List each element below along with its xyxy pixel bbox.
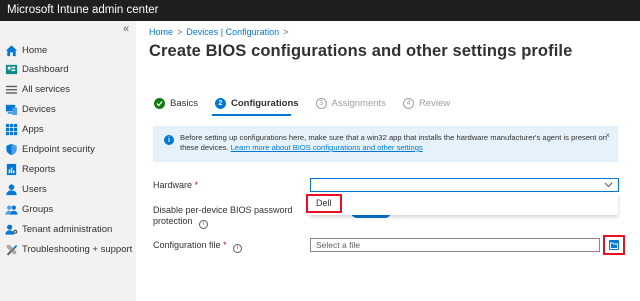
breadcrumb-separator: > <box>283 27 289 37</box>
disable-password-label: Disable per-device BIOS password protect… <box>153 205 293 229</box>
breadcrumb-devices-configuration[interactable]: Devices | Configuration <box>186 27 279 37</box>
sidebar-item-label: Groups <box>22 203 54 215</box>
breadcrumb: Home > Devices | Configuration > <box>149 27 292 37</box>
hardware-dropdown-menu <box>310 193 618 215</box>
sidebar-item-home[interactable]: Home <box>4 41 134 59</box>
sidebar-item-label: Devices <box>22 103 56 115</box>
sidebar-item-apps[interactable]: Apps <box>4 120 134 138</box>
sidebar-item-label: Users <box>22 183 47 195</box>
info-banner-text: Before setting up configurations here, m… <box>180 133 610 153</box>
required-marker: * <box>194 180 199 190</box>
groups-icon <box>4 202 18 216</box>
sidebar-item-label: Endpoint security <box>22 143 95 155</box>
sidebar-item-tenant-administration[interactable]: Tenant administration <box>4 220 134 238</box>
configuration-file-label: Configuration file * i <box>153 240 243 253</box>
sidebar-item-groups[interactable]: Groups <box>4 200 134 218</box>
sidebar-item-devices[interactable]: Devices <box>4 100 134 118</box>
sidebar-item-label: Tenant administration <box>22 223 113 235</box>
user-icon <box>4 182 18 196</box>
step-review[interactable]: 4 Review <box>402 97 451 109</box>
configuration-file-label-text: Configuration file <box>153 240 221 250</box>
info-banner: i Before setting up configurations here,… <box>153 126 618 162</box>
app-title: Microsoft Intune admin center <box>7 4 159 16</box>
step-assignments[interactable]: 3 Assignments <box>315 97 386 109</box>
step-label: Configurations <box>230 97 299 109</box>
sidebar-item-label: All services <box>22 83 71 95</box>
wizard-steps: Basics 2 Configurations 3 Assignments 4 … <box>154 96 467 110</box>
required-marker: * <box>223 240 227 250</box>
reports-icon <box>4 162 18 176</box>
step-number: 2 <box>214 97 226 109</box>
sidebar-item-label: Apps <box>22 123 44 135</box>
sidebar-item-label: Dashboard <box>22 63 69 75</box>
app-title-bar: Microsoft Intune admin center <box>0 0 640 21</box>
step-label: Assignments <box>331 97 386 109</box>
disable-password-label-line2: protection <box>153 216 193 226</box>
checkmark-icon <box>154 97 165 109</box>
folder-icon <box>609 240 619 250</box>
breadcrumb-separator: > <box>177 27 183 37</box>
sidebar-item-reports[interactable]: Reports <box>4 160 134 178</box>
page-title: Create BIOS configurations and other set… <box>149 42 573 60</box>
info-icon: i <box>164 135 174 145</box>
dashboard-icon <box>4 62 18 76</box>
sidebar-item-all-services[interactable]: All services <box>4 80 134 98</box>
tools-icon <box>4 242 18 256</box>
sidebar: « Home Dashboard All services Devices Ap… <box>0 21 136 301</box>
step-label: Review <box>418 97 451 109</box>
home-icon <box>4 43 18 57</box>
info-icon[interactable]: i <box>233 244 243 253</box>
learn-more-link[interactable]: Learn more about BIOS configurations and… <box>231 143 423 152</box>
list-icon <box>4 82 18 96</box>
collapse-sidebar-button[interactable]: « <box>123 23 129 35</box>
shield-icon <box>4 142 18 156</box>
step-number: 3 <box>315 97 327 109</box>
apps-icon <box>4 122 18 136</box>
configuration-file-input[interactable]: Select a file <box>310 238 600 252</box>
hardware-label-text: Hardware <box>153 180 193 190</box>
browse-file-button[interactable] <box>603 235 625 255</box>
sidebar-item-users[interactable]: Users <box>4 180 134 198</box>
hardware-dropdown[interactable] <box>310 178 619 192</box>
dropdown-option-dell[interactable]: Dell <box>306 194 342 213</box>
more-options-button[interactable]: ... <box>524 44 537 58</box>
sidebar-item-dashboard[interactable]: Dashboard <box>4 60 134 78</box>
step-label: Basics <box>170 97 198 109</box>
chevron-down-icon <box>604 180 613 190</box>
breadcrumb-home[interactable]: Home <box>149 27 173 37</box>
sidebar-item-endpoint-security[interactable]: Endpoint security <box>4 140 134 158</box>
sidebar-item-label: Reports <box>22 163 56 175</box>
close-icon[interactable]: × <box>605 131 610 140</box>
active-step-underline <box>212 114 291 116</box>
disable-password-label-line1: Disable per-device BIOS password <box>153 205 293 215</box>
step-number: 4 <box>402 97 414 109</box>
sidebar-item-label: Troubleshooting + support <box>22 243 133 255</box>
step-basics[interactable]: Basics <box>154 97 198 109</box>
hardware-label: Hardware * <box>153 180 198 191</box>
info-icon[interactable]: i <box>199 220 209 229</box>
step-configurations[interactable]: 2 Configurations <box>214 97 299 109</box>
tenant-admin-icon <box>4 222 18 236</box>
sidebar-item-troubleshooting[interactable]: Troubleshooting + support <box>4 240 134 258</box>
devices-icon <box>4 102 18 116</box>
sidebar-item-label: Home <box>22 44 48 56</box>
